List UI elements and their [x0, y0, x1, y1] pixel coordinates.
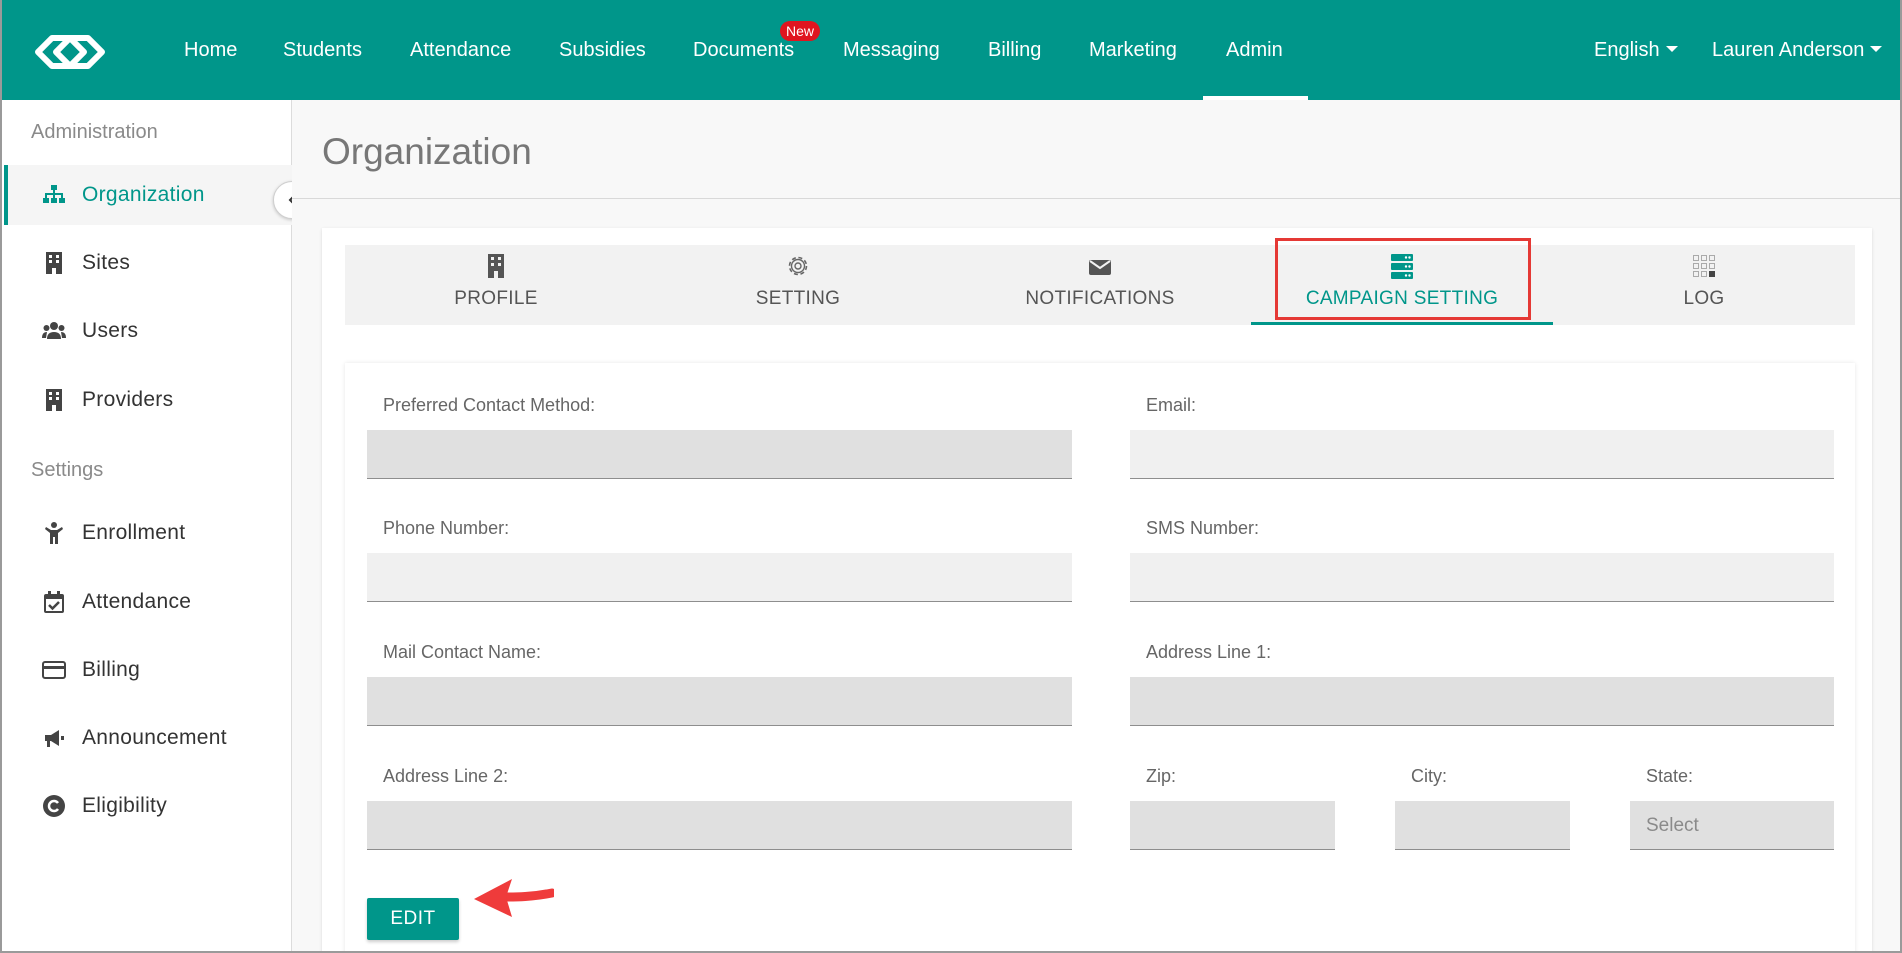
- campaign-setting-form: Preferred Contact Method: Email: Phone N…: [345, 363, 1855, 951]
- nav-students[interactable]: Students: [283, 38, 362, 62]
- sms-number-label: SMS Number:: [1146, 518, 1260, 538]
- sidebar-item-label: Organization: [82, 183, 205, 206]
- sidebar-item-sites[interactable]: Sites: [4, 233, 292, 293]
- sidebar-item-providers[interactable]: Providers: [4, 370, 292, 430]
- building-icon: [488, 254, 504, 278]
- gear-icon: [788, 256, 808, 276]
- main-content: Organization PROFILE SETTING NOTIFICATIO…: [292, 100, 1900, 951]
- sidebar: Administration Organization Sites Users …: [4, 100, 292, 951]
- building-icon: [46, 252, 62, 274]
- address-line-2-label: Address Line 2:: [383, 766, 509, 786]
- sidebar-item-label: Users: [82, 319, 139, 342]
- email-label: Email:: [1146, 395, 1197, 415]
- sidebar-item-label: Enrollment: [82, 521, 186, 544]
- tab-label: LOG: [1683, 288, 1725, 309]
- megaphone-icon: [45, 730, 64, 747]
- nav-attendance[interactable]: Attendance: [410, 38, 511, 62]
- state-select[interactable]: Select: [1630, 801, 1834, 850]
- tab-label: SETTING: [755, 288, 841, 309]
- tab-label: NOTIFICATIONS: [1025, 288, 1175, 309]
- sidebar-item-label: Announcement: [82, 726, 227, 749]
- user-menu[interactable]: Lauren Anderson: [1712, 38, 1883, 62]
- sidebar-item-announcement[interactable]: Announcement: [4, 708, 292, 768]
- state-label: State:: [1646, 766, 1694, 786]
- nav-home[interactable]: Home: [184, 38, 237, 62]
- sidebar-item-label: Billing: [82, 658, 141, 681]
- phone-number-label: Phone Number:: [383, 518, 510, 538]
- nav-marketing[interactable]: Marketing: [1089, 38, 1177, 62]
- child-icon: [45, 522, 63, 544]
- sms-number-field[interactable]: [1130, 553, 1834, 602]
- tab-profile[interactable]: PROFILE: [345, 245, 647, 325]
- sidebar-item-organization[interactable]: Organization: [4, 165, 292, 225]
- user-name: Lauren Anderson: [1712, 39, 1865, 61]
- title-divider: [292, 198, 1900, 199]
- tab-log[interactable]: LOG: [1553, 245, 1855, 325]
- app-logo-icon[interactable]: [24, 30, 116, 74]
- email-field[interactable]: [1130, 430, 1834, 479]
- tab-notifications[interactable]: NOTIFICATIONS: [949, 245, 1251, 325]
- city-field[interactable]: [1395, 801, 1570, 850]
- caret-down-icon: [1665, 45, 1678, 52]
- caret-down-icon: [1870, 45, 1883, 52]
- tab-setting[interactable]: SETTING: [647, 245, 949, 325]
- state-placeholder: Select: [1646, 815, 1699, 836]
- mail-contact-name-field[interactable]: [367, 677, 1072, 726]
- nav-billing[interactable]: Billing: [988, 38, 1041, 62]
- sidebar-item-billing[interactable]: Billing: [4, 640, 292, 700]
- nav-documents[interactable]: Documents: [693, 38, 794, 62]
- zip-field[interactable]: [1130, 801, 1335, 850]
- sidebar-item-enrollment[interactable]: Enrollment: [4, 503, 292, 563]
- users-icon: [42, 322, 66, 339]
- sidebar-heading-settings: Settings: [31, 459, 104, 481]
- sidebar-item-attendance[interactable]: Attendance: [4, 572, 292, 632]
- preferred-contact-method-field[interactable]: [367, 430, 1072, 479]
- page-title: Organization: [322, 131, 532, 172]
- sidebar-item-users[interactable]: Users: [4, 301, 292, 361]
- calendar-check-icon: [44, 591, 64, 613]
- preferred-contact-method-label: Preferred Contact Method:: [383, 395, 596, 415]
- credit-card-icon: [42, 661, 66, 679]
- envelope-icon: [1089, 260, 1111, 275]
- language-dropdown[interactable]: English: [1594, 38, 1678, 62]
- sidebar-item-label: Sites: [82, 251, 131, 274]
- active-tab-indicator: [1251, 322, 1553, 325]
- red-arrow-annotation: [474, 879, 554, 917]
- nav-admin[interactable]: Admin: [1226, 38, 1283, 62]
- top-navbar: Home Students Attendance Subsidies Docum…: [2, 0, 1900, 100]
- sidebar-item-eligibility[interactable]: Eligibility: [4, 776, 292, 836]
- organization-card: PROFILE SETTING NOTIFICATIONS CAMPAIGN S…: [322, 228, 1872, 951]
- address-line-1-label: Address Line 1:: [1146, 642, 1272, 662]
- copyright-icon: [43, 795, 65, 817]
- sitemap-icon: [43, 185, 65, 203]
- language-label: English: [1594, 39, 1660, 61]
- sidebar-item-label: Eligibility: [82, 794, 167, 817]
- new-badge: New: [780, 21, 821, 41]
- city-label: City:: [1411, 766, 1447, 786]
- zip-label: Zip:: [1146, 766, 1177, 786]
- nav-subsidies[interactable]: Subsidies: [559, 38, 646, 62]
- mail-contact-name-label: Mail Contact Name:: [383, 642, 542, 662]
- app-window: Home Students Attendance Subsidies Docum…: [0, 0, 1902, 953]
- highlight-annotation: [1275, 238, 1531, 320]
- address-line-2-field[interactable]: [367, 801, 1072, 850]
- sidebar-item-label: Providers: [82, 388, 174, 411]
- address-line-1-field[interactable]: [1130, 677, 1834, 726]
- nav-messaging[interactable]: Messaging: [843, 38, 940, 62]
- grid-icon: [1693, 255, 1715, 277]
- tab-bar: PROFILE SETTING NOTIFICATIONS CAMPAIGN S…: [345, 245, 1855, 325]
- sidebar-heading-administration: Administration: [31, 121, 158, 143]
- sidebar-item-label: Attendance: [82, 590, 192, 613]
- phone-number-field[interactable]: [367, 553, 1072, 602]
- building-icon: [46, 389, 62, 411]
- tab-label: PROFILE: [454, 288, 538, 309]
- edit-button[interactable]: EDIT: [367, 898, 459, 940]
